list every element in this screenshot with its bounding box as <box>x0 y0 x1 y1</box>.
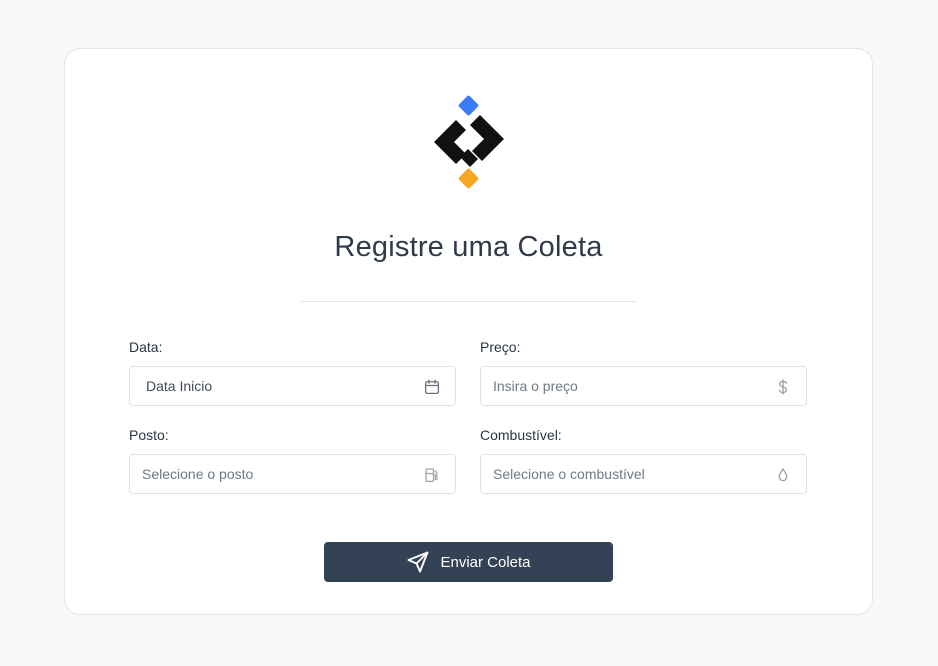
send-icon <box>408 551 429 573</box>
combustivel-label: Combustível: <box>480 427 562 443</box>
combustivel-input[interactable] <box>481 455 806 493</box>
preco-input[interactable] <box>481 367 806 405</box>
preco-field[interactable] <box>480 366 807 406</box>
logo-icon <box>434 95 504 189</box>
preco-label: Preço: <box>480 339 521 355</box>
fuel-pump-icon <box>425 468 438 482</box>
enviar-coleta-label: Enviar Coleta <box>440 553 531 571</box>
enviar-coleta-button[interactable]: Enviar Coleta <box>324 542 613 582</box>
posto-field[interactable] <box>129 454 456 494</box>
calendar-icon[interactable] <box>423 378 441 396</box>
title-divider <box>301 301 637 302</box>
page-title: Registre uma Coleta <box>334 231 603 263</box>
data-label: Data: <box>129 339 163 355</box>
posto-input[interactable] <box>130 455 455 493</box>
form-card: Registre uma Coleta Data: Preço: Posto: … <box>64 48 873 615</box>
data-input[interactable] <box>130 367 455 405</box>
posto-label: Posto: <box>129 427 169 443</box>
combustivel-field[interactable] <box>480 454 807 494</box>
data-field[interactable] <box>129 366 456 406</box>
droplet-icon <box>778 468 788 482</box>
dollar-icon <box>778 379 788 395</box>
